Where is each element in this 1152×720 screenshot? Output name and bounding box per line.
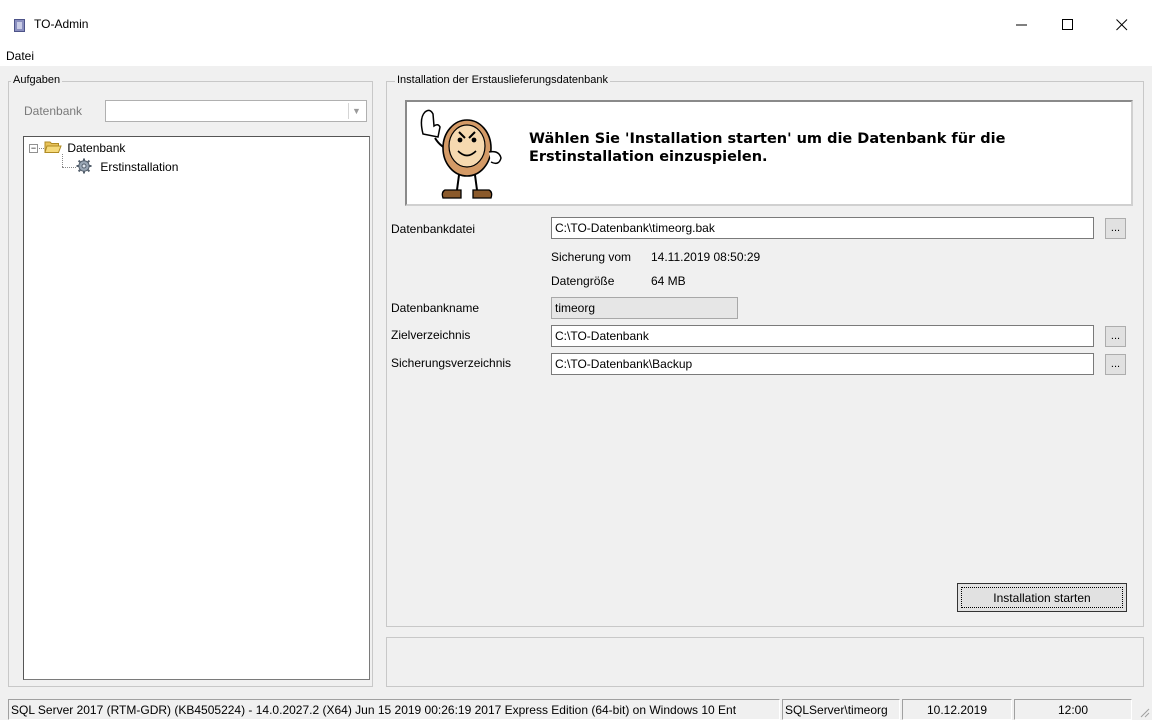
db-file-input[interactable]: C:\TO-Datenbank\timeorg.bak [551,217,1094,239]
folder-open-icon [44,141,62,153]
status-date: 10.12.2019 [902,699,1012,720]
clock-mascot-icon [420,109,502,199]
close-icon [1116,19,1128,31]
tasks-group: Aufgaben Datenbank ▼ − Datenbank Erstins… [8,74,373,687]
target-dir-browse-button[interactable]: ... [1105,326,1126,347]
install-group: Installation der Erstauslieferungsdatenb… [386,74,1144,627]
status-time: 12:00 [1014,699,1132,720]
menu-bar: Datei [0,44,1152,66]
backup-dir-input[interactable]: C:\TO-Datenbank\Backup [551,353,1094,375]
backup-from-label: Sicherung vom [551,250,632,264]
minimize-button[interactable] [999,10,1045,40]
db-name-field: timeorg [551,297,738,319]
chevron-down-icon[interactable]: ▼ [348,103,364,119]
task-tree[interactable]: − Datenbank Erstinstallation [23,136,370,680]
title-bar: TO-Admin [0,0,1152,44]
maximize-button[interactable] [1045,10,1091,40]
tree-item-datenbank[interactable]: Datenbank [44,140,125,155]
db-name-label: Datenbankname [391,301,480,315]
data-size-label: Datengröße [551,274,615,288]
backup-dir-browse-button[interactable]: ... [1105,354,1126,375]
start-installation-label: Installation starten [961,587,1123,608]
status-server-info: SQL Server 2017 (RTM-GDR) (KB4505224) - … [8,699,780,720]
database-select[interactable]: ▼ [105,100,367,122]
tasks-legend: Aufgaben [11,74,63,86]
start-installation-button[interactable]: Installation starten [957,583,1127,612]
install-legend: Installation der Erstauslieferungsdatenb… [395,74,610,86]
menu-datei[interactable]: Datei [6,49,34,63]
tree-item-label: Datenbank [67,141,126,155]
banner-message: Wählen Sie 'Installation starten' um die… [529,131,1006,165]
target-dir-label: Zielverzeichnis [391,328,471,342]
status-bar: SQL Server 2017 (RTM-GDR) (KB4505224) - … [0,697,1152,720]
info-banner: Wählen Sie 'Installation starten' um die… [405,100,1133,206]
close-button[interactable] [1099,10,1145,40]
database-label: Datenbank [24,104,83,118]
tree-item-label: Erstinstallation [100,160,179,174]
minimize-icon [1016,24,1027,26]
backup-dir-label: Sicherungsverzeichnis [391,356,512,370]
resize-grip-icon[interactable] [1138,706,1150,718]
tree-item-erstinstallation[interactable]: Erstinstallation [76,158,178,174]
tree-collapse-toggle[interactable]: − [29,144,38,153]
maximize-icon [1062,19,1073,30]
db-file-browse-button[interactable]: ... [1105,218,1126,239]
app-icon [14,19,25,32]
gear-icon [76,158,92,174]
backup-from-value: 14.11.2019 08:50:29 [651,250,761,264]
status-connection: SQLServer\timeorg [782,699,900,720]
output-panel [386,637,1144,687]
window-title: TO-Admin [34,17,89,31]
data-size-value: 64 MB [651,274,686,288]
db-file-label: Datenbankdatei [391,222,476,236]
target-dir-input[interactable]: C:\TO-Datenbank [551,325,1094,347]
